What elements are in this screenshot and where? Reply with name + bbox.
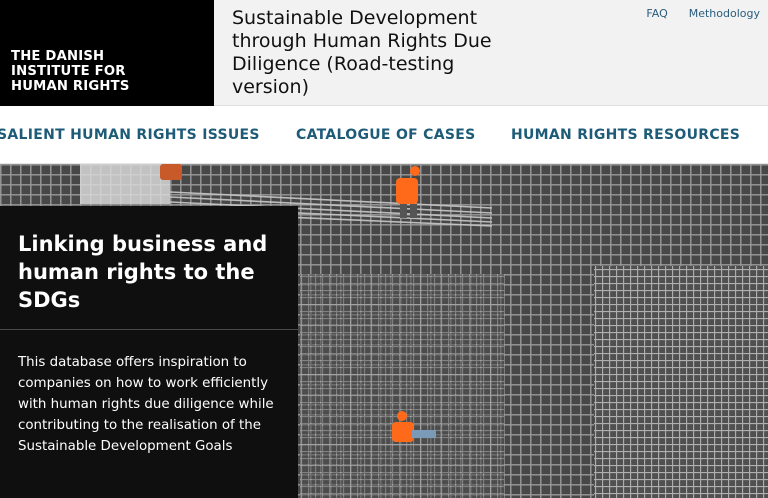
hero: Linking business and human rights to the… [0,164,768,498]
nav-item-resources[interactable]: HUMAN RIGHTS RESOURCES [511,127,740,143]
site-header: Sustainable Development through Human Ri… [214,0,768,106]
worker-3 [160,164,182,180]
site-title: Sustainable Development through Human Ri… [232,7,492,98]
hero-divider [0,329,298,330]
hero-title: Linking business and human rights to the… [18,232,268,312]
main-navigation: SALIENT HUMAN RIGHTS ISSUES CATALOGUE OF… [0,106,768,164]
utility-links: FAQ Methodology [646,7,760,20]
hero-panel: Linking business and human rights to the… [0,206,298,498]
nav-item-salient-issues[interactable]: SALIENT HUMAN RIGHTS ISSUES [0,127,260,143]
faq-link[interactable]: FAQ [646,7,667,20]
hero-description: This database offers inspiration to comp… [18,355,274,454]
nav-item-catalogue-of-cases[interactable]: CATALOGUE OF CASES [296,127,476,143]
logo[interactable]: THE DANISH INSTITUTE FOR HUMAN RIGHTS [0,0,214,106]
methodology-link[interactable]: Methodology [689,7,760,20]
logo-text: THE DANISH INSTITUTE FOR HUMAN RIGHTS [11,49,130,94]
